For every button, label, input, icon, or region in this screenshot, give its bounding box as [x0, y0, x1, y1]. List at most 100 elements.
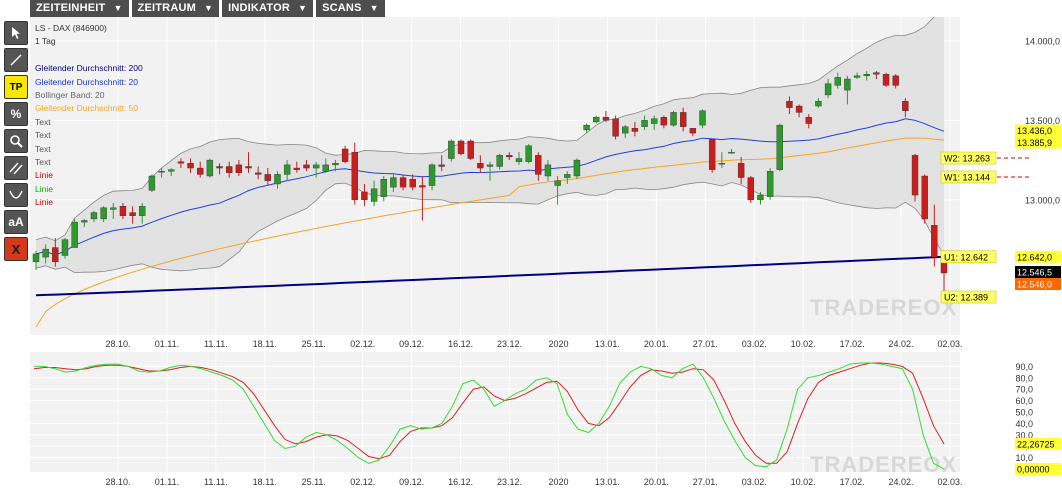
- candle: [71, 218, 78, 248]
- candle-body: [805, 116, 812, 124]
- menu-scans[interactable]: SCANS ▼: [316, 0, 385, 17]
- candle-body: [419, 185, 426, 188]
- candle-body: [399, 177, 407, 188]
- x-tick-label: 20.01.: [644, 339, 669, 349]
- osc-value-label: 0,00000: [1017, 465, 1050, 475]
- font-size-icon: aA: [8, 215, 24, 229]
- x-tick-label: 16.12.: [448, 339, 473, 349]
- percent-tool-button[interactable]: %: [4, 102, 28, 126]
- level-label: W1: 13.144: [944, 172, 990, 182]
- menu-label: INDIKATOR: [228, 2, 290, 14]
- x-tick-label: 24.02.: [889, 339, 914, 349]
- candle-body: [52, 247, 59, 263]
- line-tool-button[interactable]: [4, 48, 28, 72]
- parallel-lines-icon: [9, 162, 23, 175]
- osc-x-tick-label: 20.01.: [644, 477, 669, 487]
- osc-y-tick-label: 90,0: [1015, 362, 1033, 372]
- candle-body: [380, 178, 387, 197]
- level-label: U2: 12.389: [944, 292, 988, 302]
- candle-body: [824, 83, 832, 96]
- candle-body: [264, 174, 272, 181]
- tp-icon: TP: [9, 81, 23, 93]
- x-tick-label: 23.12.: [497, 339, 522, 349]
- cursor-icon: [12, 27, 20, 39]
- candle-body: [506, 155, 513, 158]
- candle: [911, 153, 919, 202]
- candle-body: [863, 74, 870, 77]
- osc-x-tick-label: 16.12.: [448, 477, 473, 487]
- x-tick-label: 02.12.: [350, 339, 375, 349]
- legend-entry: Text: [35, 116, 51, 127]
- menubar: ZEITEINHEIT ▼ ZEITRAUM ▼ INDIKATOR ▼ SCA…: [30, 0, 388, 17]
- candle-body: [32, 253, 40, 263]
- x-tick-label: 18.11.: [253, 339, 277, 349]
- candle-body: [158, 171, 165, 173]
- candle-body: [795, 105, 803, 113]
- dropdown-arrow-icon: ▼: [298, 3, 308, 13]
- osc-y-tick-label: 50,0: [1015, 408, 1033, 418]
- candle: [525, 144, 532, 164]
- price-chart[interactable]: TRADEREOX W2: 13.263 W1: 13.144 U1: 12.642…: [30, 17, 1062, 352]
- candle: [612, 115, 619, 140]
- x-tick-label: 01.11.: [155, 339, 179, 349]
- candle-body: [235, 164, 243, 174]
- menu-zeiteinheit[interactable]: ZEITEINHEIT ▼: [30, 0, 129, 17]
- candle-body: [515, 158, 523, 162]
- arc-icon: [9, 190, 23, 199]
- candle-body: [757, 194, 764, 201]
- arc-tool-button[interactable]: [4, 183, 28, 207]
- candle-body: [853, 75, 861, 78]
- cursor-tool-button[interactable]: [4, 21, 28, 45]
- candle-body: [341, 148, 349, 162]
- legend-entry: Linie: [35, 170, 53, 181]
- osc-x-tick-label: 02.12.: [350, 477, 375, 487]
- x-tick-label: 10.02.: [791, 339, 816, 349]
- menu-indikator[interactable]: INDIKATOR ▼: [222, 0, 314, 17]
- legend-entry: Gleitender Durchschnitt: 200: [35, 63, 143, 74]
- candle-body: [564, 174, 571, 178]
- tp-tool-button[interactable]: TP: [4, 75, 28, 99]
- candle-body: [612, 118, 619, 137]
- candle-body: [844, 78, 851, 91]
- candle-body: [61, 239, 69, 256]
- menu-zeitraum[interactable]: ZEITRAUM ▼: [131, 0, 220, 17]
- x-tick-label: 25.11.: [302, 339, 326, 349]
- stochastic-chart[interactable]: TRADEREOX 90,080,070,060,050,040,030,020…: [30, 352, 1062, 490]
- candle-body: [544, 164, 552, 177]
- candle-body: [651, 118, 658, 124]
- candle-body: [245, 166, 252, 169]
- osc-x-tick-label: 2020: [548, 477, 568, 487]
- candle-body: [689, 128, 697, 134]
- candle-body: [815, 101, 822, 107]
- drawing-toolbar: TP % aA X: [4, 21, 28, 264]
- candle-body: [168, 169, 175, 172]
- candle-body: [583, 124, 590, 131]
- candle-body: [457, 140, 465, 154]
- y-tick-label: 13.500,0: [1025, 116, 1060, 126]
- osc-x-tick-label: 17.02.: [840, 477, 865, 487]
- candle: [747, 176, 755, 204]
- candle-body: [593, 116, 600, 123]
- x-tick-label: 28.10.: [105, 339, 130, 349]
- candle-body: [303, 164, 310, 169]
- legend-entry: Text: [35, 157, 51, 168]
- menu-label: SCANS: [322, 2, 362, 14]
- legend-entry: Linie: [35, 183, 53, 194]
- osc-y-tick-label: 80,0: [1015, 373, 1033, 383]
- candle-body: [834, 77, 841, 86]
- search-tool-button[interactable]: [4, 129, 28, 153]
- candle-body: [699, 110, 706, 126]
- candle-body: [486, 164, 494, 167]
- y-tick-label: 14.000,0: [1025, 36, 1060, 46]
- candle-body: [660, 116, 668, 126]
- level-label: W2: 13.263: [944, 154, 990, 164]
- candle-body: [902, 101, 909, 112]
- legend-entry: LS - DAX (846900): [35, 23, 107, 33]
- candle: [457, 139, 465, 156]
- font-size-tool-button[interactable]: aA: [4, 210, 28, 234]
- candle-body: [428, 164, 436, 186]
- candle-body: [573, 159, 581, 177]
- parallel-lines-tool-button[interactable]: [4, 156, 28, 180]
- delete-tool-button[interactable]: X: [4, 237, 28, 261]
- line-icon: [10, 54, 22, 66]
